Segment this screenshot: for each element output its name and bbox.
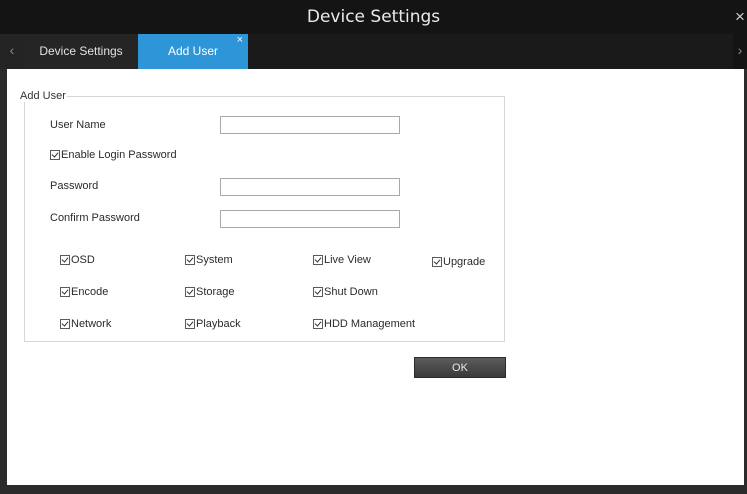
checkbox-label: Upgrade [443, 256, 486, 268]
checkbox-label: Network [71, 318, 112, 330]
checkbox-label: Playback [196, 318, 241, 330]
checkbox-checked-icon [185, 319, 195, 329]
permission-shut-down-checkbox[interactable]: Shut Down [313, 286, 378, 298]
tab-label: Add User [167, 44, 219, 58]
content-panel: Add User User Name Enable Login Password… [7, 69, 744, 485]
checkbox-label: OSD [71, 254, 95, 266]
checkbox-checked-icon [50, 150, 60, 160]
tab-scroll-right-icon[interactable]: › [733, 34, 747, 69]
permission-storage-checkbox[interactable]: Storage [185, 286, 235, 298]
checkbox-label: Enable Login Password [61, 149, 177, 161]
checkbox-checked-icon [185, 287, 195, 297]
password-input[interactable] [220, 178, 400, 196]
permission-osd-checkbox[interactable]: OSD [60, 254, 95, 266]
checkbox-label: Shut Down [324, 286, 378, 298]
permission-system-checkbox[interactable]: System [185, 254, 233, 266]
window-title: Device Settings [306, 7, 441, 27]
confirm-password-label: Confirm Password [50, 212, 140, 224]
checkbox-checked-icon [60, 319, 70, 329]
user-name-label: User Name [50, 119, 106, 131]
password-label: Password [50, 180, 99, 192]
bottom-bar [0, 485, 747, 494]
checkbox-label: Storage [196, 286, 235, 298]
checkbox-label: Encode [71, 286, 109, 298]
checkbox-checked-icon [60, 287, 70, 297]
tab-label: Device Settings [39, 44, 123, 58]
permission-network-checkbox[interactable]: Network [60, 318, 111, 330]
checkbox-label: Live View [324, 254, 371, 266]
tab-scroll-left-icon[interactable]: ‹ [0, 34, 24, 69]
checkbox-label: System [196, 254, 233, 266]
user-name-input[interactable] [220, 116, 400, 134]
tab-add-user[interactable]: Add User × [138, 34, 248, 69]
ok-button[interactable]: OK [414, 357, 506, 378]
group-title: Add User [20, 90, 66, 102]
permission-upgrade-checkbox[interactable]: Upgrade [432, 256, 485, 268]
checkbox-checked-icon [432, 257, 442, 267]
permission-live-view-checkbox[interactable]: Live View [313, 254, 371, 266]
checkbox-checked-icon [313, 255, 323, 265]
tab-device-settings[interactable]: Device Settings [24, 34, 138, 69]
checkbox-checked-icon [313, 319, 323, 329]
checkbox-label: HDD Management [324, 318, 416, 330]
permission-encode-checkbox[interactable]: Encode [60, 286, 108, 298]
permission-hdd-management-checkbox[interactable]: HDD Management [313, 318, 415, 330]
checkbox-checked-icon [313, 287, 323, 297]
checkbox-checked-icon [185, 255, 195, 265]
tab-bar: ‹ Device Settings Add User × › [0, 34, 747, 69]
tab-close-icon[interactable]: × [237, 35, 243, 46]
title-bar: Device Settings × [0, 0, 747, 34]
permission-playback-checkbox[interactable]: Playback [185, 318, 241, 330]
window-close-icon[interactable]: × [735, 9, 747, 25]
checkbox-checked-icon [60, 255, 70, 265]
confirm-password-input[interactable] [220, 210, 400, 228]
enable-login-password-checkbox[interactable]: Enable Login Password [50, 149, 177, 161]
